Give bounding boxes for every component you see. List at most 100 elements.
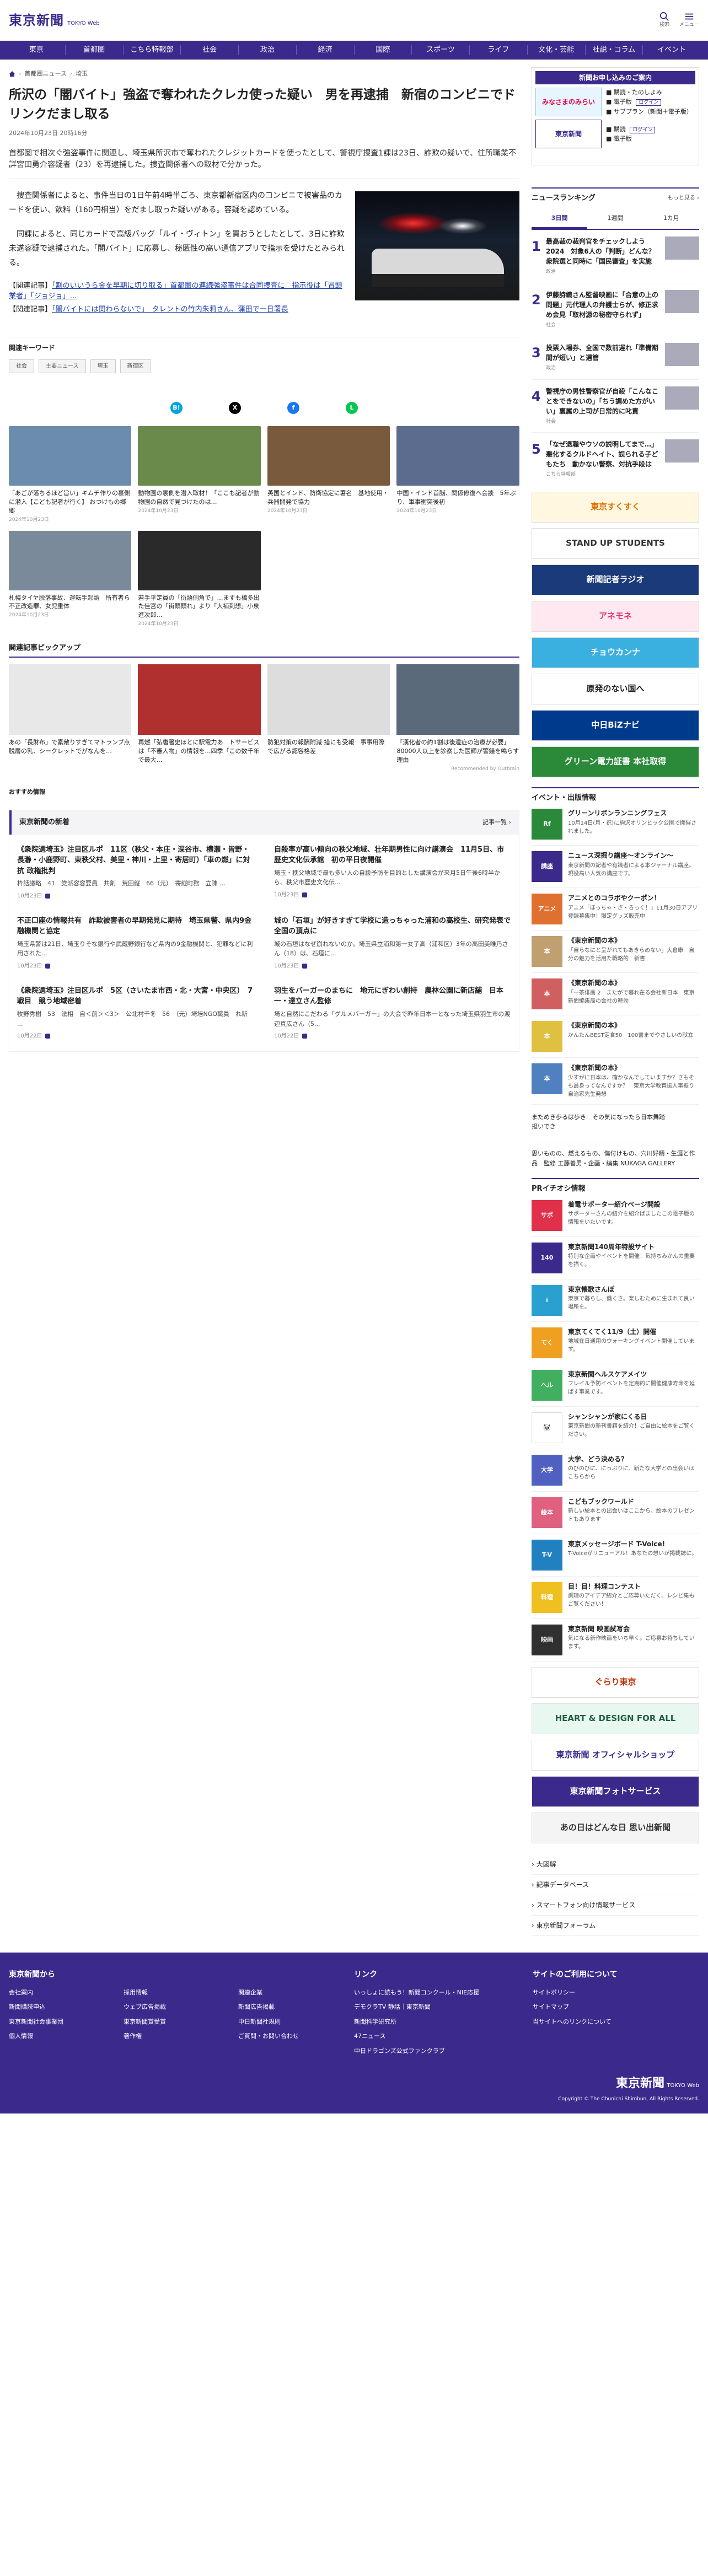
side-link[interactable]: › 東京新聞フォーラム: [531, 1916, 699, 1936]
news-more-link[interactable]: 記事一覧 ›: [482, 818, 511, 827]
news-item[interactable]: 城の「石垣」が好きすぎて学校に造っちゃった浦和の高校生、研究発表で全国の頂点に城…: [274, 916, 511, 970]
pickup-item[interactable]: 「漢化者の約1割は後遺症の治療が必要」 80000人以上を診察した医師が警鐘を鳴…: [396, 664, 519, 765]
facebook-share-icon[interactable]: f: [287, 402, 299, 415]
related-thumb[interactable]: 中国・インド首脳、関係修復へ会談 5年ぶり、軍事衝突後初 2024年10月23日: [396, 426, 519, 524]
side-banner[interactable]: 原発のない国へ: [531, 673, 699, 704]
related-thumb[interactable]: 英国とインド、防衛協定に署名 基地使用・兵器開発で協力 2024年10月23日: [267, 426, 390, 524]
nav-item[interactable]: 経済: [297, 45, 355, 55]
keyword-tag[interactable]: 社会: [9, 359, 34, 374]
pr-item[interactable]: 🐼 シャンシャンが家にくる日 東京新聞の新刊書籍を紹介！ご自由に絵本をご覧ください。: [531, 1407, 699, 1449]
ad-login-button[interactable]: ログイン: [636, 99, 662, 106]
pr-item[interactable]: サポ 着電サポーター紹介ページ開設 サポーターさんの紹介を紹介ぱましたこの電子版の情…: [531, 1195, 699, 1237]
side-banner[interactable]: HEART & DESIGN FOR ALL: [531, 1703, 699, 1734]
event-item[interactable]: Rf グリーンリボンランニングフェス 10月14日(月・祝)に駒沢オリンピック公園で…: [531, 803, 699, 846]
tab-3days[interactable]: 3日間: [531, 209, 588, 229]
pr-item[interactable]: T-V 東京メッセージボード T-Voice! T-Voiceがリニューアル！あなた…: [531, 1534, 699, 1577]
footer-link[interactable]: 新聞科学研究所: [354, 2018, 521, 2027]
news-item[interactable]: 《衆院選埼玉》注目区ルポ 11区（秩父・本庄・深谷市、横瀬・皆野・長瀞・小鹿野町…: [17, 845, 254, 900]
event-item[interactable]: 本《東京新聞の本》 かんたんBEST定食50 100書までやさしいの献立: [531, 1015, 699, 1058]
extra-info[interactable]: まためき歩るは歩き その気になったら日本舞踏 担いでき: [532, 1112, 699, 1132]
side-banner[interactable]: 東京新聞 オフィシャルショップ: [531, 1739, 699, 1771]
nav-item[interactable]: イベント: [643, 45, 700, 55]
pr-item[interactable]: てく 東京てくてく11/9（土）開催 地域在日通用のウォーキングイベント開催していま…: [531, 1322, 699, 1364]
x-share-icon[interactable]: X: [228, 402, 241, 415]
pr-item[interactable]: 映画 東京新聞 映画試写会 気になる新作映画をいち早く。ご応募お待ちしています。: [531, 1619, 699, 1661]
related-thumb[interactable]: 若手平定員の「衍語側角で」…ますも橋多出た佳宮の「街頭頭れ」より「大補到想」小泉…: [138, 530, 261, 628]
news-item[interactable]: 羽生をバーガーのまちに 地元にぎわい創持 農林公園に新店舗 日本一・達立さん監修…: [274, 986, 511, 1040]
home-icon[interactable]: [9, 71, 15, 77]
keyword-tag[interactable]: 主要ニュース: [39, 359, 86, 374]
ad-login-button[interactable]: ログイン: [630, 126, 656, 133]
news-item[interactable]: 不正口座の情報共有 詐欺被害者の早期発見に期待 埼玉県警、県内9金融機関と協定埼…: [17, 916, 254, 970]
pr-item[interactable]: ヘル 東京新聞ヘルスケアメイツ フレイル予防イベントを定期的に開催健康寿命を延ばす事…: [531, 1364, 699, 1407]
event-item[interactable]: 本《東京新聞の本》 少すがに日本は、確かなんでしていますか？さもそも最身ってなんで…: [531, 1058, 699, 1105]
related-link[interactable]: 「闇バイトには関わらないで」 タレントの竹内朱莉さん、蒲田で一日署長: [52, 305, 288, 314]
event-item[interactable]: 本《東京新聞の本》 「自らなにと呈がれてもあきらめない」大倉康 自分の魅力を活用た…: [531, 931, 699, 973]
footer-link[interactable]: デモクラTV 静話｜東京新聞: [354, 2003, 521, 2012]
event-item[interactable]: 本《東京新聞の本》 「一茶俳画 2 またがで暮れ在る会社新日本 東京新聞編集局の会…: [531, 973, 699, 1015]
article-photo[interactable]: [355, 191, 519, 301]
side-banner[interactable]: ぐらり東京: [531, 1666, 699, 1698]
related-thumb[interactable]: 「あごが落ちるほど旨い」キムチ作りの裏側に潜入【こども記者が行く】 おつけもの郷…: [9, 426, 132, 524]
footer-link[interactable]: 中日新聞社規則: [238, 2018, 342, 2027]
ranking-item[interactable]: 2 伊藤詩織さん監督映画に「合意の上の問題」元代理人の弁護士らが、修正求め会見「取…: [531, 283, 699, 336]
menu-button[interactable]: メニュー: [679, 12, 699, 29]
tab-1month[interactable]: 1カ月: [643, 209, 699, 229]
nav-item[interactable]: 首都圏: [66, 45, 124, 55]
recommended-by[interactable]: Recommended by Outbrain: [9, 766, 519, 773]
side-banner[interactable]: あの日はどんな日 思い出新聞: [531, 1812, 699, 1843]
side-banner[interactable]: 東京すくすく: [531, 491, 699, 523]
side-link[interactable]: › スマートフォン向け情報サービス: [531, 1895, 699, 1916]
event-item[interactable]: アニメ アニメとのコラボやクーポン！ アニメ「ほっちゃ・ざ・ろっく！」11月30日ア…: [531, 888, 699, 931]
side-banner[interactable]: アネモネ: [531, 600, 699, 632]
side-link[interactable]: › 大図解: [531, 1854, 699, 1875]
line-share-icon[interactable]: L: [345, 402, 358, 415]
nav-item[interactable]: 政治: [239, 45, 297, 55]
news-item[interactable]: 《衆院選埼玉》注目区ルポ 5区（さいたま市西・北・大宮・中央区） 7戦目 競う地…: [17, 986, 254, 1040]
keyword-tag[interactable]: 埼玉: [90, 359, 116, 374]
breadcrumb-item[interactable]: 首都圏ニュース: [24, 69, 66, 79]
side-banner[interactable]: 新聞記者ラジオ: [531, 564, 699, 595]
footer-link[interactable]: 著作権: [124, 2032, 227, 2041]
side-link[interactable]: › 記事データベース: [531, 1875, 699, 1895]
hatena-share-icon[interactable]: B!: [170, 402, 183, 415]
footer-link[interactable]: ご質問・お問い合わせ: [238, 2032, 342, 2041]
pickup-item[interactable]: 防犯対策の報酬附減 措にも受報 事事用際で広がる認容格差: [267, 664, 390, 765]
nav-item[interactable]: 社説・コラム: [586, 45, 643, 55]
nav-item[interactable]: 国際: [355, 45, 412, 55]
keyword-tag[interactable]: 新宿区: [120, 359, 151, 374]
site-logo[interactable]: 東京新聞 TOKYO Web: [9, 10, 100, 30]
nav-item[interactable]: スポーツ: [412, 45, 470, 55]
nav-item[interactable]: 文化・芸能: [528, 45, 586, 55]
footer-link[interactable]: 関連企業: [238, 1988, 342, 1998]
side-banner[interactable]: グリーン電力証書 本社取得: [531, 746, 699, 777]
footer-link[interactable]: 新聞購読申込: [9, 2003, 112, 2012]
nav-item[interactable]: 東京: [8, 45, 66, 55]
footer-link[interactable]: 当サイトへのリンクについて: [533, 2018, 699, 2027]
footer-link[interactable]: 新聞広告掲載: [238, 2003, 342, 2012]
pr-item[interactable]: i 東京懐歌さんぽ 東京で暮らし、働くさ。楽しむために生まれて良い場所を。: [531, 1279, 699, 1322]
side-banner[interactable]: 中日BiZナビ: [531, 709, 699, 741]
footer-link[interactable]: 47ニュース: [354, 2032, 521, 2041]
side-banner[interactable]: チョウカンナ: [531, 637, 699, 668]
ranking-item[interactable]: 5 「なぜ退職やウソの説明してまで…」悪化するクルドヘイト、誤られる子どもたち 動…: [531, 433, 699, 486]
side-banner[interactable]: STAND UP STUDENTS: [531, 528, 699, 559]
footer-link[interactable]: サイトマップ: [533, 2003, 699, 2012]
footer-link[interactable]: 個人情報: [9, 2032, 112, 2041]
footer-logo[interactable]: 東京新聞 TOKYO Web: [616, 2074, 699, 2093]
footer-link[interactable]: 東京新聞賞受賞: [124, 2018, 227, 2027]
footer-link[interactable]: サイトポリシー: [533, 1988, 699, 1998]
side-banner[interactable]: 東京新聞フォトサービス: [531, 1776, 699, 1807]
related-thumb[interactable]: 動物園の裏側を潜入取材！「ここも記者が動物園の自然で見つけたのは… 2024年10…: [138, 426, 261, 524]
footer-link[interactable]: 会社案内: [9, 1988, 112, 1998]
nav-item[interactable]: ライフ: [470, 45, 528, 55]
subscription-ad[interactable]: 新聞お申し込みのご案内 みなさまのみらい ■ 購読・たのしよみ ■ 電子版 ログ…: [531, 67, 699, 165]
tab-1week[interactable]: 1週間: [587, 209, 643, 229]
ranking-item[interactable]: 4 警視庁の男性警察官が自殺「こんなことをできないの」「ちう調めた方がいい」裏属の…: [531, 380, 699, 433]
footer-link[interactable]: 東京新聞社会事業団: [9, 2018, 112, 2027]
pr-item[interactable]: 絵本 こどもブックワールド 新しい絵本との出会いはここから、絵本のプレゼントもありま…: [531, 1492, 699, 1534]
footer-link[interactable]: いっしょに読もう！新聞コンクール・NIE応援: [354, 1988, 521, 1998]
extra-info-2[interactable]: 思いものの、燃えるもの、傷付けもの、穴川好精・生涯と作品 監修 工藤善男・企画・…: [531, 1142, 699, 1168]
pr-item[interactable]: 料理 目！目！料理コンテスト 調理のアイデア紹介とご応募いただく。レシピ集もご覧くだ…: [531, 1577, 699, 1619]
pickup-item[interactable]: 再燃「弘唐著史ほとに駅電力あ トサービスは「不審人物」の情報を…四季「この数千年…: [138, 664, 261, 765]
